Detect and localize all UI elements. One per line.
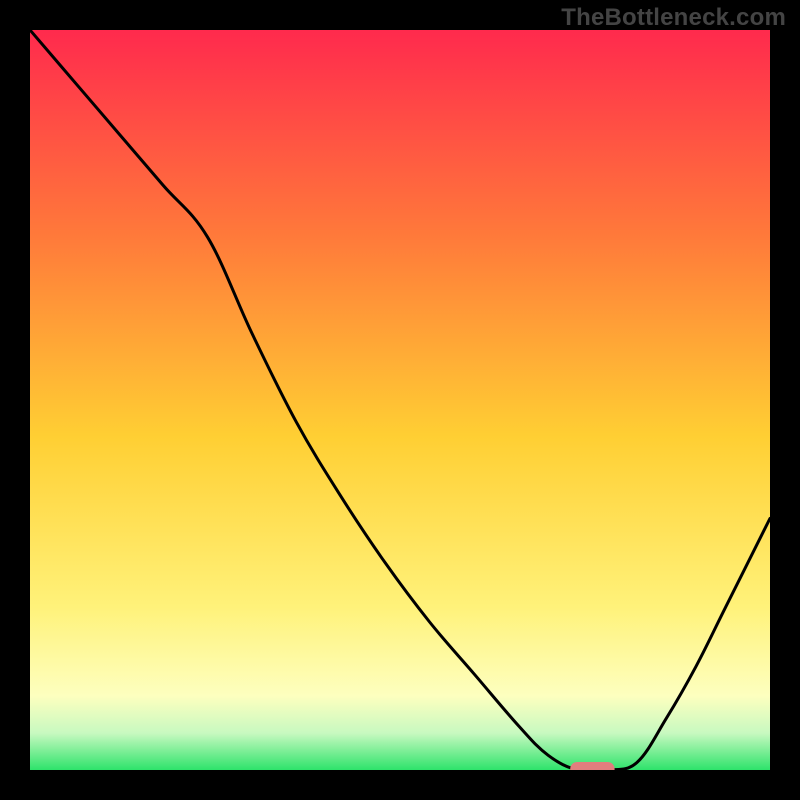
chart-frame: TheBottleneck.com (0, 0, 800, 800)
gradient-background (30, 30, 770, 770)
optimal-marker (570, 762, 614, 770)
watermark-text: TheBottleneck.com (561, 4, 786, 32)
bottleneck-chart (30, 30, 770, 770)
plot-area (30, 30, 770, 770)
